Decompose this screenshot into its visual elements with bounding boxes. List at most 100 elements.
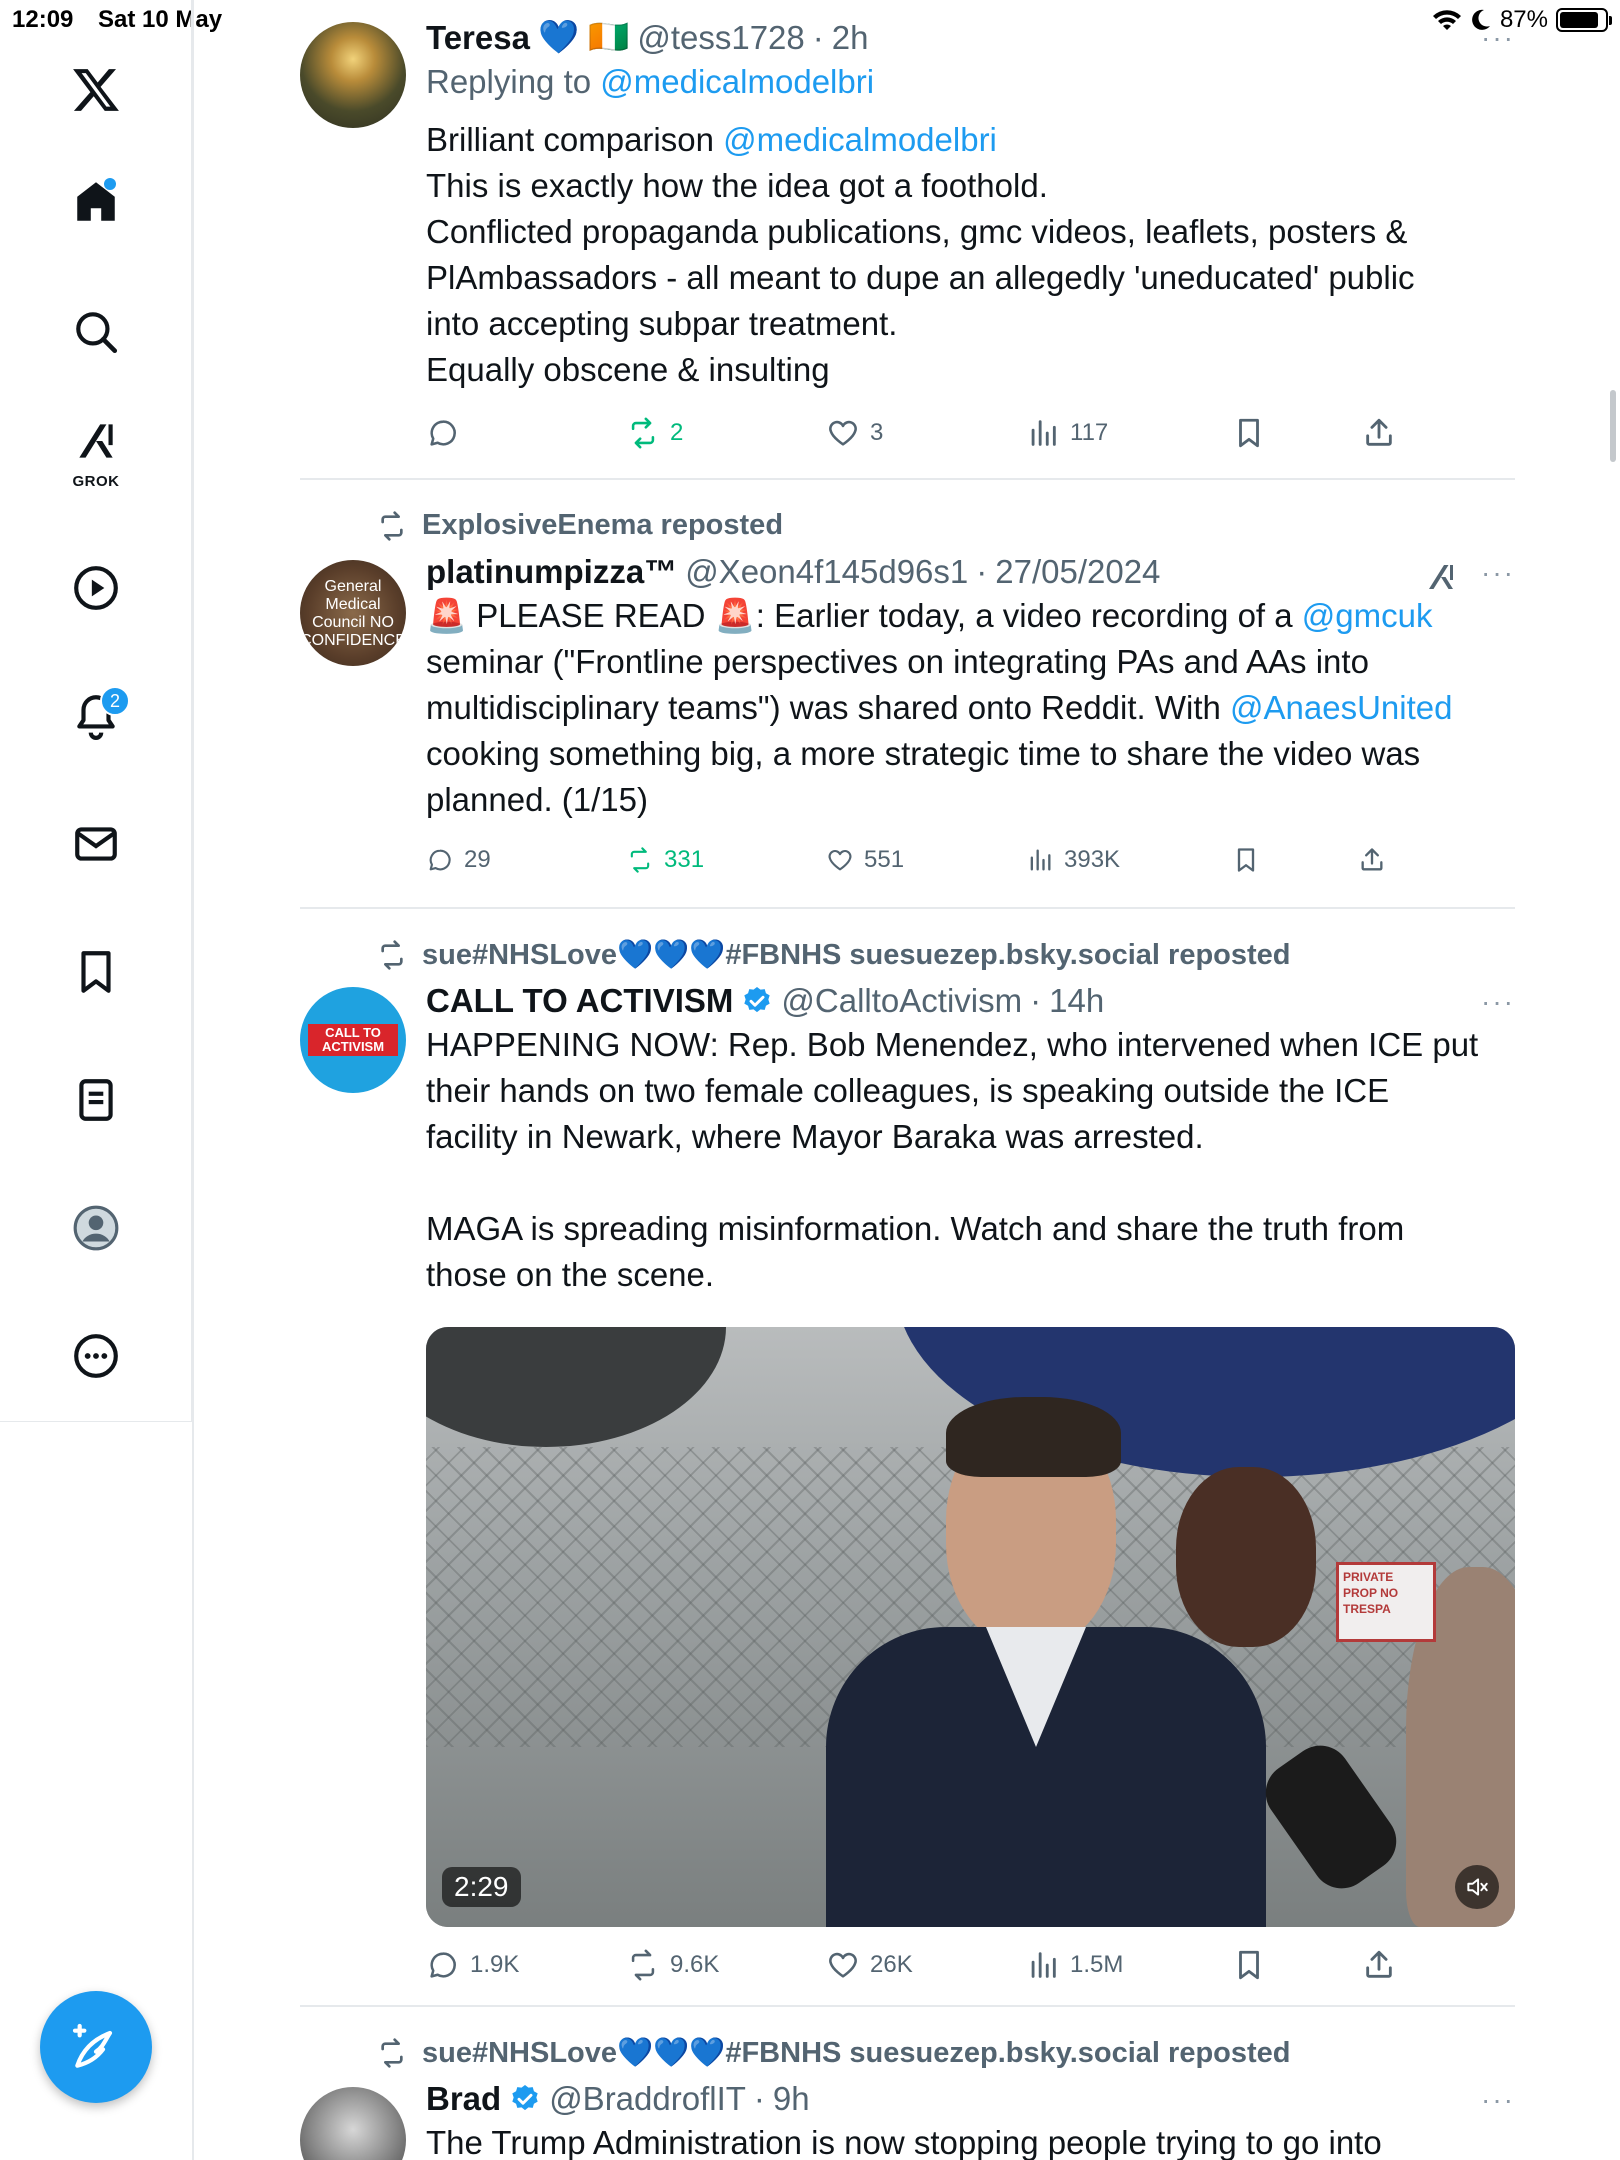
more-icon[interactable]: ··· bbox=[1481, 557, 1515, 589]
tweet-header: Brad @BraddroflIT · 9h bbox=[426, 2080, 1515, 2118]
repost-button[interactable]: 331 bbox=[626, 846, 704, 874]
tweet-time[interactable]: 9h bbox=[773, 2080, 810, 2118]
tweet-divider bbox=[300, 907, 1515, 909]
home-icon[interactable] bbox=[48, 154, 144, 250]
more-icon[interactable]: ··· bbox=[1481, 22, 1515, 54]
author-handle[interactable]: @CalltoActivism bbox=[781, 982, 1022, 1020]
repost-count: 9.6K bbox=[670, 1951, 720, 1978]
like-button[interactable]: 3 bbox=[826, 416, 883, 450]
text-segment: facility in Newark, where Mayor Baraka w… bbox=[426, 1118, 1204, 1155]
tweet-actions: 2 3 117 bbox=[426, 416, 1515, 462]
x-logo-icon[interactable] bbox=[48, 42, 144, 138]
avatar-platinumpizza[interactable]: General Medical Council NO CONFIDENCE bbox=[300, 560, 406, 666]
author-name[interactable]: Teresa bbox=[426, 19, 530, 57]
text-segment: planned. (1/15) bbox=[426, 781, 648, 818]
author-handle[interactable]: @BraddroflIT bbox=[549, 2080, 746, 2118]
repost-icon bbox=[381, 2038, 403, 2068]
tweet-text-line: seminar ("Frontline perspectives on inte… bbox=[426, 639, 1515, 685]
reply-button[interactable]: 29 bbox=[426, 846, 491, 874]
repost-label: sue#NHSLove💙💙💙#FBNHS suesuezep.bsky.soci… bbox=[422, 939, 1291, 971]
share-icon bbox=[1366, 418, 1392, 446]
author-name[interactable]: CALL TO ACTIVISM bbox=[426, 982, 733, 1020]
tweet-time[interactable]: 14h bbox=[1049, 982, 1104, 1020]
views-button[interactable]: 117 bbox=[1026, 416, 1108, 450]
tweet-text-line: 🚨 PLEASE READ 🚨: Earlier today, a video … bbox=[426, 593, 1515, 639]
avatar-brad[interactable] bbox=[300, 2087, 406, 2160]
video-player[interactable]: PRIVATE PROP NO TRESPA 2:29 bbox=[426, 1327, 1515, 1927]
search-icon[interactable] bbox=[48, 284, 144, 380]
like-count: 26K bbox=[870, 1951, 913, 1978]
notifications-icon[interactable]: 2 bbox=[48, 668, 144, 764]
views-icon bbox=[1031, 1952, 1056, 1978]
repost-attribution[interactable]: sue#NHSLove💙💙💙#FBNHS suesuezep.bsky.soci… bbox=[376, 2036, 1291, 2070]
share-button[interactable] bbox=[1362, 1948, 1396, 1982]
sidebar-border bbox=[192, 0, 194, 2160]
mail-icon[interactable] bbox=[48, 796, 144, 892]
grok-icon[interactable]: GROK bbox=[48, 404, 144, 500]
reply-icon bbox=[430, 420, 456, 446]
mute-button[interactable] bbox=[1455, 1865, 1499, 1909]
text-segment: This is exactly how the idea got a footh… bbox=[426, 167, 1048, 204]
lists-icon[interactable] bbox=[48, 1052, 144, 1148]
grok-explain-icon[interactable] bbox=[1423, 559, 1459, 595]
mention-link[interactable]: @medicalmodelbri bbox=[723, 121, 997, 158]
tweet-text-line: Conflicted propaganda publications, gmc … bbox=[426, 209, 1515, 255]
tweet-text: The Trump Administration is now stopping… bbox=[426, 2120, 1515, 2160]
mention-link[interactable]: @AnaesUnited bbox=[1230, 689, 1452, 726]
reply-button[interactable]: 1.9K bbox=[426, 1948, 519, 1982]
tweet-time[interactable]: 2h bbox=[832, 19, 869, 57]
text-segment: Equally obscene & insulting bbox=[426, 351, 830, 388]
like-button[interactable]: 26K bbox=[826, 1948, 913, 1982]
muted-speaker-icon bbox=[1467, 1878, 1488, 1896]
share-button[interactable] bbox=[1362, 416, 1396, 450]
compose-button[interactable] bbox=[40, 1991, 152, 2103]
share-icon bbox=[1361, 848, 1383, 871]
replying-to-handle[interactable]: @medicalmodelbri bbox=[600, 63, 874, 100]
repost-button[interactable]: 9.6K bbox=[626, 1948, 719, 1982]
avatar-calltoactivism[interactable]: CALL TO ACTIVISM bbox=[300, 987, 406, 1093]
text-segment: 🚨 PLEASE READ 🚨: Earlier today, a video … bbox=[426, 597, 1302, 634]
mention-link[interactable]: @gmcuk bbox=[1302, 597, 1433, 634]
share-button[interactable] bbox=[1358, 846, 1386, 874]
repost-button[interactable]: 2 bbox=[626, 416, 683, 450]
battery-icon bbox=[1556, 8, 1612, 32]
video-icon[interactable] bbox=[48, 540, 144, 636]
author-name[interactable]: platinumpizza™ bbox=[426, 553, 677, 591]
bookmarks-icon[interactable] bbox=[48, 924, 144, 1020]
bookmark-icon bbox=[1239, 418, 1259, 448]
text-segment: into accepting subpar treatment. bbox=[426, 305, 898, 342]
author-handle[interactable]: @Xeon4f145d96s1 bbox=[685, 553, 968, 591]
like-button[interactable]: 551 bbox=[826, 846, 904, 874]
avatar-text: General Medical Council NO CONFIDENCE bbox=[300, 578, 406, 649]
views-icon bbox=[1030, 849, 1051, 871]
views-button[interactable]: 1.5M bbox=[1026, 1948, 1123, 1982]
tweet-text-line: planned. (1/15) bbox=[426, 777, 1515, 823]
reply-icon bbox=[429, 849, 451, 871]
scroll-indicator[interactable] bbox=[1610, 390, 1616, 462]
repost-attribution[interactable]: sue#NHSLove💙💙💙#FBNHS suesuezep.bsky.soci… bbox=[376, 938, 1291, 972]
text-segment: Brilliant comparison bbox=[426, 121, 724, 158]
text-segment: those on the scene. bbox=[426, 1256, 715, 1293]
tweet-text-line: cooking something big, a more strategic … bbox=[426, 731, 1515, 777]
tweet-actions: 29 331 551 393K bbox=[426, 846, 1515, 892]
more-options-icon[interactable] bbox=[48, 1308, 144, 1404]
tweet-text-line: Brilliant comparison @medicalmodelbri bbox=[426, 117, 1515, 163]
views-button[interactable]: 393K bbox=[1026, 846, 1120, 874]
avatar-teresa[interactable] bbox=[300, 22, 406, 128]
tweet-time[interactable]: 27/05/2024 bbox=[995, 553, 1160, 591]
bookmark-button[interactable] bbox=[1232, 1948, 1266, 1982]
repost-attribution[interactable]: ExplosiveEnema reposted bbox=[376, 509, 783, 542]
reply-button[interactable] bbox=[426, 416, 470, 450]
bookmark-button[interactable] bbox=[1232, 416, 1266, 450]
reply-count: 29 bbox=[464, 846, 491, 873]
view-count: 117 bbox=[1070, 419, 1109, 446]
author-flags: 💙 🇨🇮 bbox=[537, 18, 630, 55]
more-icon[interactable]: ··· bbox=[1481, 2084, 1515, 2116]
author-name[interactable]: Brad bbox=[426, 2080, 501, 2118]
more-icon[interactable]: ··· bbox=[1481, 986, 1515, 1018]
author-handle[interactable]: @tess1728 bbox=[637, 19, 804, 57]
bookmark-button[interactable] bbox=[1232, 846, 1260, 874]
repost-icon bbox=[381, 510, 403, 541]
dot-separator: · bbox=[812, 18, 824, 56]
profile-avatar-icon[interactable] bbox=[48, 1180, 144, 1276]
